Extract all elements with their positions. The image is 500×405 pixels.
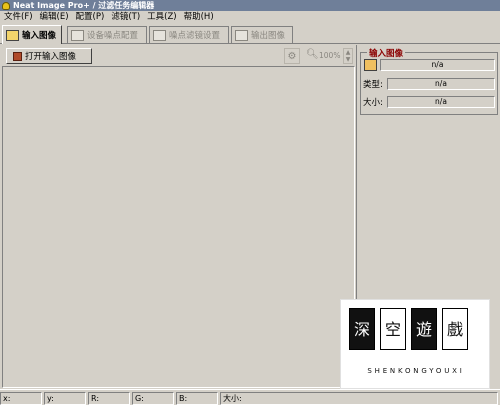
- tab-device-noise-profile-label: 设备噪点配置: [87, 31, 139, 41]
- title-bar: Neat Image Pro+ / 过滤任务编辑器: [0, 0, 500, 11]
- size-label: 大小:: [363, 97, 383, 108]
- watermark-char: 遊: [411, 308, 437, 350]
- input-image-groupbox: 输入图像 n/a 类型: n/a 大小: n/a: [360, 47, 498, 115]
- tab-noise-filter-settings[interactable]: 噪点滤镜设置: [149, 26, 229, 43]
- type-row: 类型:: [363, 77, 387, 90]
- status-y: y:: [44, 392, 86, 405]
- type-value: n/a: [387, 78, 495, 90]
- status-bar: x: y: R: G: B: 大小:: [0, 389, 500, 405]
- menu-edit[interactable]: 编辑(E): [38, 11, 74, 24]
- size-value: n/a: [387, 96, 495, 108]
- watermark-logo: 深 空 遊 戲 SHENKONGYOUXI: [340, 299, 490, 389]
- open-input-image-button[interactable]: 打开输入图像: [6, 48, 92, 64]
- image-view-area[interactable]: [2, 66, 355, 388]
- zoom-icon[interactable]: 🔍︎: [306, 49, 319, 60]
- tab-input-image[interactable]: 输入图像: [2, 25, 62, 44]
- status-b: B:: [176, 392, 218, 405]
- status-g: G:: [132, 392, 174, 405]
- tab-noise-filter-settings-label: 噪点滤镜设置: [169, 31, 221, 41]
- groupbox-title: 输入图像: [367, 47, 406, 59]
- watermark-characters: 深 空 遊 戲: [349, 308, 468, 350]
- watermark-text: SHENKONGYOUXI: [367, 367, 465, 375]
- zoom-spinner[interactable]: ▲ ▼: [343, 48, 353, 64]
- size-row: 大小:: [363, 95, 387, 108]
- menu-file[interactable]: 文件(F): [2, 11, 38, 24]
- chevron-down-icon[interactable]: ▼: [344, 56, 352, 63]
- window-title: Neat Image Pro+ / 过滤任务编辑器: [13, 1, 155, 10]
- watermark-char: 深: [349, 308, 375, 350]
- watermark-char: 空: [380, 308, 406, 350]
- filter-settings-icon: [153, 29, 166, 41]
- output-image-icon: [235, 29, 248, 41]
- type-label: 类型:: [363, 79, 383, 90]
- status-size: 大小:: [220, 392, 498, 405]
- image-toolbar: 打开输入图像 ⚙ 🔍︎ 100% ▲ ▼: [2, 45, 355, 66]
- menu-tools[interactable]: 工具(Z): [145, 11, 181, 24]
- menu-filter[interactable]: 滤镜(T): [109, 11, 145, 24]
- file-name-value: n/a: [380, 59, 495, 71]
- image-input-icon: [6, 29, 19, 41]
- menu-help[interactable]: 帮助(H): [182, 11, 219, 24]
- tab-output-image[interactable]: 输出图像: [231, 26, 293, 43]
- open-input-image-label: 打开输入图像: [25, 52, 77, 62]
- device-noise-icon: [71, 29, 84, 41]
- tab-device-noise-profile[interactable]: 设备噪点配置: [67, 26, 147, 43]
- open-file-icon: [13, 51, 22, 61]
- image-file-icon[interactable]: [364, 59, 377, 71]
- tab-output-image-label: 输出图像: [251, 31, 286, 41]
- status-x: x:: [0, 392, 42, 405]
- menu-bar: 文件(F) 编辑(E) 配置(P) 滤镜(T) 工具(Z) 帮助(H): [0, 11, 500, 24]
- gear-icon[interactable]: ⚙: [284, 48, 300, 64]
- tab-bar: 输入图像 设备噪点配置 噪点滤镜设置 输出图像: [0, 25, 500, 44]
- status-r: R:: [88, 392, 130, 405]
- tab-input-image-label: 输入图像: [22, 31, 57, 41]
- zoom-level: 100%: [319, 51, 341, 60]
- watermark-char: 戲: [442, 308, 468, 350]
- menu-profile[interactable]: 配置(P): [74, 11, 110, 24]
- chevron-up-icon[interactable]: ▲: [344, 49, 352, 56]
- app-icon: [2, 1, 10, 10]
